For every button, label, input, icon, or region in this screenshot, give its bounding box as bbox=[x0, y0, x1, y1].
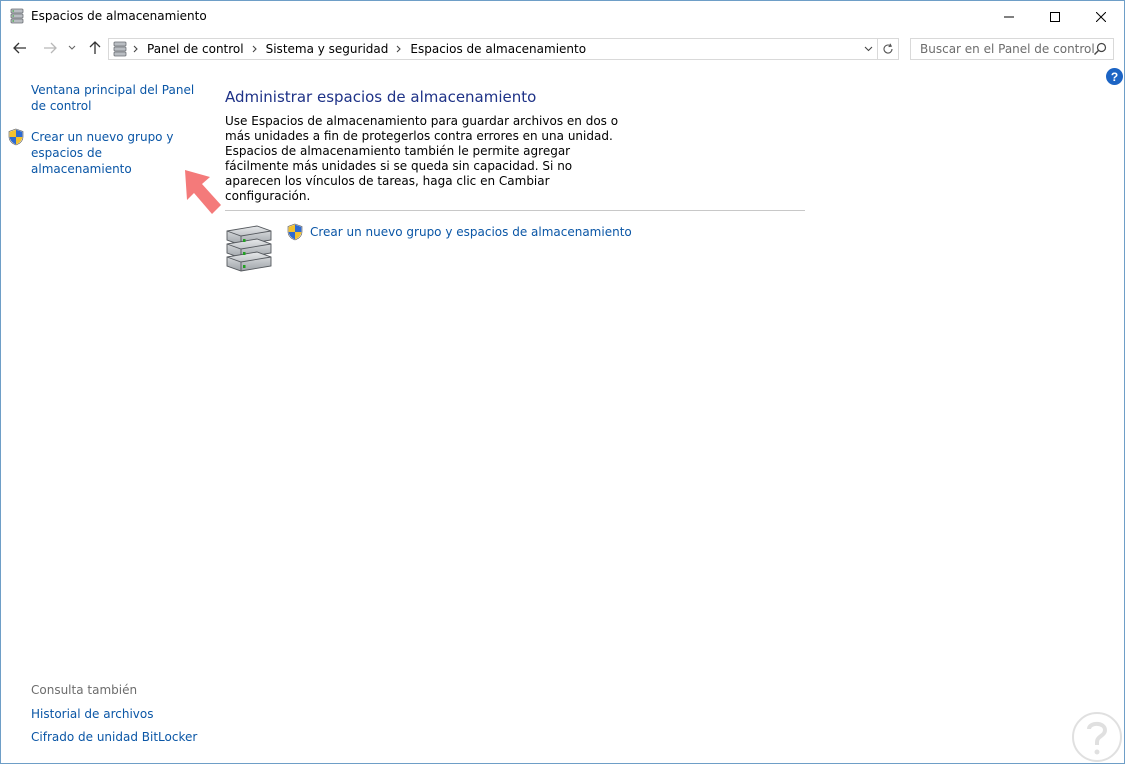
left-navigation-pane: Ventana principal del Panel de control C… bbox=[1, 65, 211, 763]
control-panel-home-link[interactable]: Ventana principal del Panel de control bbox=[31, 82, 206, 114]
storage-drives-icon bbox=[226, 225, 272, 272]
refresh-icon bbox=[883, 43, 893, 54]
title-bar: Espacios de almacenamiento bbox=[1, 1, 1124, 32]
page-description: Use Espacios de almacenamiento para guar… bbox=[225, 114, 619, 203]
breadcrumb-item[interactable]: Sistema y seguridad bbox=[266, 42, 389, 56]
address-bar[interactable]: Panel de control Sistema y seguridad Esp… bbox=[108, 38, 878, 60]
watermark-logo-icon bbox=[1072, 712, 1122, 762]
help-icon[interactable]: ? bbox=[1106, 68, 1123, 85]
bitlocker-link[interactable]: Cifrado de unidad BitLocker bbox=[31, 729, 197, 745]
minimize-button[interactable] bbox=[986, 1, 1032, 32]
address-dropdown-button[interactable] bbox=[858, 39, 878, 59]
search-icon[interactable] bbox=[1093, 42, 1107, 56]
breadcrumb: Panel de control Sistema y seguridad Esp… bbox=[133, 39, 586, 59]
storage-spaces-window: Espacios de almacenamiento Panel de cont… bbox=[0, 0, 1125, 764]
close-button[interactable] bbox=[1078, 1, 1124, 32]
maximize-button[interactable] bbox=[1032, 1, 1078, 32]
navigation-bar: Panel de control Sistema y seguridad Esp… bbox=[1, 32, 1124, 65]
chevron-right-icon[interactable] bbox=[133, 42, 139, 56]
chevron-down-icon bbox=[68, 45, 76, 50]
storage-spaces-icon bbox=[10, 8, 24, 24]
chevron-down-icon bbox=[864, 46, 872, 52]
create-pool-task-link[interactable]: Crear un nuevo grupo y espacios de almac… bbox=[310, 225, 632, 239]
recent-locations-button[interactable] bbox=[65, 38, 79, 58]
arrow-right-icon bbox=[44, 42, 57, 54]
close-icon bbox=[1096, 11, 1106, 22]
refresh-button[interactable] bbox=[877, 38, 899, 60]
uac-shield-icon bbox=[287, 223, 303, 241]
see-also-heading: Consulta también bbox=[31, 683, 138, 697]
annotation-arrow-icon bbox=[185, 170, 221, 214]
breadcrumb-item[interactable]: Espacios de almacenamiento bbox=[410, 42, 586, 56]
uac-shield-icon bbox=[8, 128, 24, 146]
page-title: Administrar espacios de almacenamiento bbox=[225, 88, 537, 106]
file-history-link[interactable]: Historial de archivos bbox=[31, 706, 154, 722]
forward-button[interactable] bbox=[39, 38, 61, 58]
minimize-icon bbox=[1004, 16, 1014, 17]
search-placeholder: Buscar en el Panel de control bbox=[920, 42, 1095, 56]
up-button[interactable] bbox=[85, 38, 105, 58]
maximize-icon bbox=[1050, 11, 1060, 22]
back-button[interactable] bbox=[9, 38, 31, 58]
chevron-right-icon[interactable] bbox=[396, 45, 402, 53]
storage-spaces-icon bbox=[113, 41, 127, 57]
search-input[interactable]: Buscar en el Panel de control bbox=[910, 38, 1114, 60]
arrow-left-icon bbox=[13, 42, 26, 54]
chevron-right-icon[interactable] bbox=[252, 45, 258, 53]
divider bbox=[225, 210, 805, 211]
arrow-up-icon bbox=[89, 41, 101, 54]
breadcrumb-item[interactable]: Panel de control bbox=[147, 42, 244, 56]
window-title: Espacios de almacenamiento bbox=[31, 9, 207, 23]
sidebar-create-pool-link[interactable]: Crear un nuevo grupo y espacios de almac… bbox=[31, 129, 206, 177]
